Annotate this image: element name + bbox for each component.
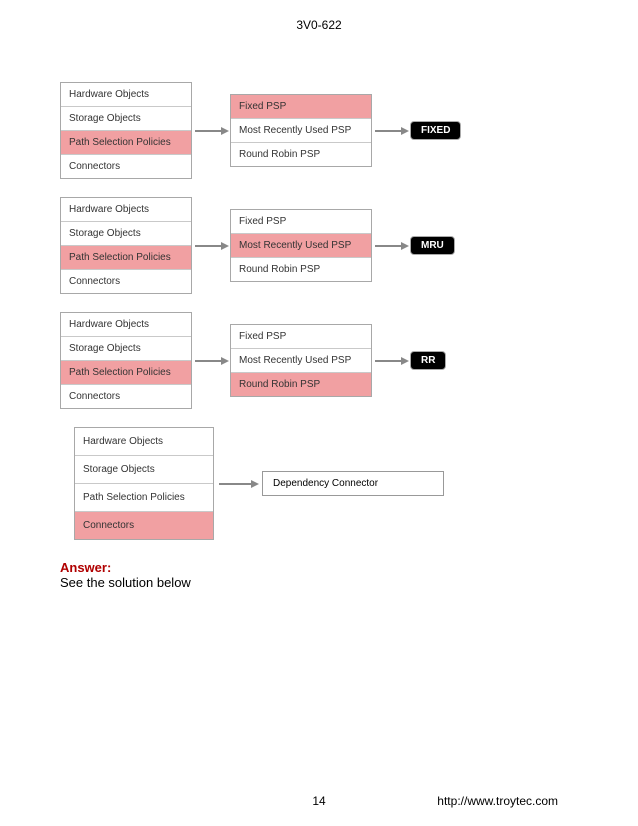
arrow-icon: [192, 125, 230, 137]
list-item-highlight: Path Selection Policies: [61, 131, 191, 155]
list-item-highlight: Connectors: [75, 512, 213, 539]
list-item: Round Robin PSP: [231, 258, 371, 281]
arrow-icon: [372, 240, 410, 252]
footer-url: http://www.troytec.com: [437, 794, 558, 808]
list-item: Hardware Objects: [61, 198, 191, 222]
mid-box-1: Fixed PSP Most Recently Used PSP Round R…: [230, 94, 372, 167]
left-box-3: Hardware Objects Storage Objects Path Se…: [60, 312, 192, 409]
list-item-highlight: Path Selection Policies: [61, 361, 191, 385]
list-item-highlight: Path Selection Policies: [61, 246, 191, 270]
result-pill-mru: MRU: [410, 236, 455, 255]
arrow-icon: [192, 355, 230, 367]
list-item: Storage Objects: [61, 107, 191, 131]
list-item-highlight: Round Robin PSP: [231, 373, 371, 396]
list-item: Fixed PSP: [231, 210, 371, 234]
list-item-highlight: Fixed PSP: [231, 95, 371, 119]
answer-text: See the solution below: [60, 575, 578, 590]
page-footer: 14 http://www.troytec.com: [0, 794, 638, 808]
answer-label: Answer:: [60, 560, 578, 575]
page-header: 3V0-622: [0, 0, 638, 32]
page-number: 14: [312, 794, 325, 808]
mid-box-2: Fixed PSP Most Recently Used PSP Round R…: [230, 209, 372, 282]
dependency-connector-box: Dependency Connector: [262, 471, 444, 496]
list-item: Connectors: [61, 270, 191, 293]
list-item: Round Robin PSP: [231, 143, 371, 166]
answer-block: Answer: See the solution below: [60, 560, 578, 590]
mapping-row-4: Hardware Objects Storage Objects Path Se…: [74, 427, 578, 540]
mapping-row-1: Hardware Objects Storage Objects Path Se…: [60, 82, 578, 179]
result-pill-rr: RR: [410, 351, 446, 370]
list-item: Connectors: [61, 155, 191, 178]
list-item: Hardware Objects: [75, 428, 213, 456]
list-item: Storage Objects: [61, 222, 191, 246]
left-box-4: Hardware Objects Storage Objects Path Se…: [74, 427, 214, 540]
content-area: Hardware Objects Storage Objects Path Se…: [0, 32, 638, 590]
mid-box-3: Fixed PSP Most Recently Used PSP Round R…: [230, 324, 372, 397]
list-item: Connectors: [61, 385, 191, 408]
list-item: Most Recently Used PSP: [231, 119, 371, 143]
left-box-2: Hardware Objects Storage Objects Path Se…: [60, 197, 192, 294]
list-item: Fixed PSP: [231, 325, 371, 349]
left-box-1: Hardware Objects Storage Objects Path Se…: [60, 82, 192, 179]
list-item: Hardware Objects: [61, 83, 191, 107]
list-item: Path Selection Policies: [75, 484, 213, 512]
list-item: Storage Objects: [75, 456, 213, 484]
list-item: Hardware Objects: [61, 313, 191, 337]
arrow-icon: [372, 355, 410, 367]
list-item-highlight: Most Recently Used PSP: [231, 234, 371, 258]
result-pill-fixed: FIXED: [410, 121, 461, 140]
mapping-row-3: Hardware Objects Storage Objects Path Se…: [60, 312, 578, 409]
list-item: Storage Objects: [61, 337, 191, 361]
list-item: Most Recently Used PSP: [231, 349, 371, 373]
arrow-icon: [192, 240, 230, 252]
mapping-row-2: Hardware Objects Storage Objects Path Se…: [60, 197, 578, 294]
arrow-icon: [372, 125, 410, 137]
arrow-icon: [214, 478, 262, 490]
